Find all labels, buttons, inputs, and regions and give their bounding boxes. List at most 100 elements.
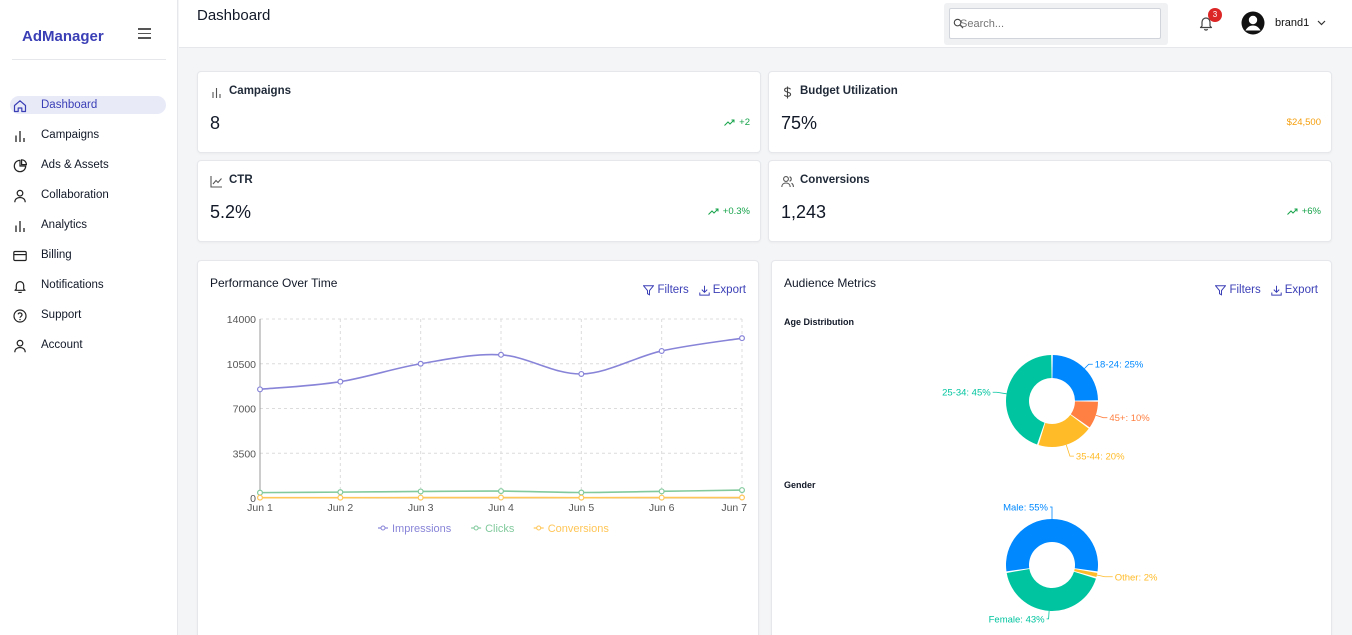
slice-label: Male: 55% (1003, 503, 1048, 514)
stat-card-budget: Budget Utilization 75% $24,500 (768, 71, 1332, 153)
trending-up-icon (1286, 208, 1298, 215)
sidebar-item-label: Notifications (41, 279, 104, 291)
stat-value: 8 (210, 113, 221, 133)
label-line (1050, 506, 1053, 519)
sidebar-item-campaigns[interactable]: Campaigns (0, 126, 178, 156)
sidebar-item-notifications[interactable]: Notifications (0, 276, 178, 306)
legend-label: Clicks (485, 523, 515, 535)
stat-delta-text: $24,500 (1286, 117, 1321, 128)
data-point (738, 335, 745, 342)
sidebar-item-label: Collaboration (41, 189, 109, 201)
app-logo[interactable]: AdManager (22, 28, 104, 45)
legend-label: Conversions (548, 523, 610, 535)
stat-delta-text: +2 (739, 117, 750, 128)
stat-title: Campaigns (229, 85, 291, 97)
legend-item-clicks: Clicks (471, 523, 515, 535)
stat-delta: +6% (1286, 206, 1321, 217)
data-point (498, 351, 505, 358)
legend-marker (380, 525, 386, 531)
username: brand1 (1275, 17, 1310, 29)
data-point (738, 487, 745, 494)
x-tick-label: Jun 5 (568, 502, 594, 514)
data-point (738, 494, 745, 501)
sidebar-item-billing[interactable]: Billing (0, 246, 178, 276)
sidebar-item-analytics[interactable]: Analytics (0, 216, 178, 246)
sidebar-item-support[interactable]: Support (0, 306, 178, 336)
y-tick-label: 10500 (227, 359, 256, 371)
bar-chart-icon (15, 131, 25, 142)
label-line (1096, 574, 1113, 578)
performance-panel: Performance Over Time Filters Export 0 35… (197, 260, 759, 635)
data-point (256, 386, 263, 393)
label-line (1065, 444, 1074, 457)
data-point (337, 494, 344, 501)
stat-title: CTR (229, 174, 253, 186)
search-box[interactable] (949, 8, 1161, 39)
sidebar-item-label: Account (41, 339, 83, 351)
data-point (256, 489, 263, 496)
audience-panel: Audience Metrics Filters Export Age Dist… (771, 260, 1332, 635)
stat-value: 1,243 (781, 202, 827, 222)
stat-delta: +2 (724, 117, 750, 128)
sidebar-item-dashboard[interactable]: Dashboard (0, 96, 178, 126)
notification-badge: 3 (1208, 8, 1222, 22)
slice-label: 18-24: 25% (1095, 360, 1144, 371)
data-point (658, 494, 665, 501)
bell-icon (14, 281, 26, 293)
data-point (337, 378, 344, 385)
data-point (417, 494, 424, 501)
stat-card-campaigns: Campaigns 8 +2 (197, 71, 761, 153)
slice-label: Other: 2% (1115, 572, 1158, 583)
legend-marker (536, 525, 542, 531)
search-container (944, 3, 1168, 45)
trending-up-icon (724, 119, 735, 126)
legend-marker (473, 525, 479, 531)
slice-18-24 (1052, 355, 1098, 401)
dollar-icon (783, 86, 792, 99)
stat-value: 5.2% (210, 202, 252, 222)
stat-card-ctr: CTR 5.2% +0.3% (197, 160, 761, 242)
x-tick-label: Jun 4 (488, 502, 514, 514)
slice-male (1006, 519, 1098, 572)
pie-chart-icon (13, 159, 27, 173)
bar-chart-icon (15, 221, 25, 232)
sidebar-item-label: Ads & Assets (41, 159, 109, 171)
sidebar-item-label: Billing (41, 249, 72, 261)
sidebar-item-label: Analytics (41, 219, 88, 231)
menu-toggle-icon[interactable] (138, 28, 151, 39)
chevron-down-icon (1317, 20, 1326, 26)
slice-female (1006, 568, 1096, 612)
sidebar-item-ads-assets[interactable]: Ads & Assets (0, 156, 178, 186)
search-input[interactable] (960, 15, 1150, 33)
legend-label: Impressions (392, 523, 452, 535)
label-line (1046, 610, 1050, 620)
data-point (578, 370, 585, 377)
sidebar-nav: Dashboard Campaigns Ads & Assets Collaborat… (0, 96, 178, 366)
logo-row: AdManager (0, 0, 178, 60)
data-point (337, 489, 344, 496)
user-icon (14, 339, 26, 353)
topbar: Dashboard 3 brand1 (179, 0, 1352, 48)
sidebar: AdManager Dashboard Campaigns Ads & Assets… (0, 0, 178, 635)
performance-line-chart: 0350070001050014000Jun 1 Jun 2 Jun 3 Jun 4J… (227, 314, 747, 535)
label-line (1084, 363, 1093, 369)
data-point (578, 494, 585, 501)
data-point (256, 494, 263, 501)
sidebar-item-label: Campaigns (41, 129, 100, 141)
data-point (417, 488, 424, 495)
sidebar-item-collaboration[interactable]: Collaboration (0, 186, 178, 216)
sidebar-item-account[interactable]: Account (0, 336, 178, 366)
trending-up-icon (707, 208, 719, 215)
credit-card-icon (13, 250, 27, 262)
audience-pie-charts: 18-24: 25% 45+: 10% 35-44: 20% 25-34: 45% Ma… (942, 355, 1158, 625)
y-tick-label: 7000 (233, 404, 257, 416)
user-icon (14, 189, 26, 203)
data-point (658, 347, 665, 354)
help-circle-icon (13, 309, 27, 323)
line-chart-icon (210, 176, 222, 188)
stat-card-conversions: Conversions 1,243 +6% (768, 160, 1332, 242)
stat-delta: +0.3% (707, 206, 750, 217)
x-tick-label: Jun 6 (649, 502, 675, 514)
data-point (578, 489, 585, 496)
label-line (992, 391, 1007, 395)
